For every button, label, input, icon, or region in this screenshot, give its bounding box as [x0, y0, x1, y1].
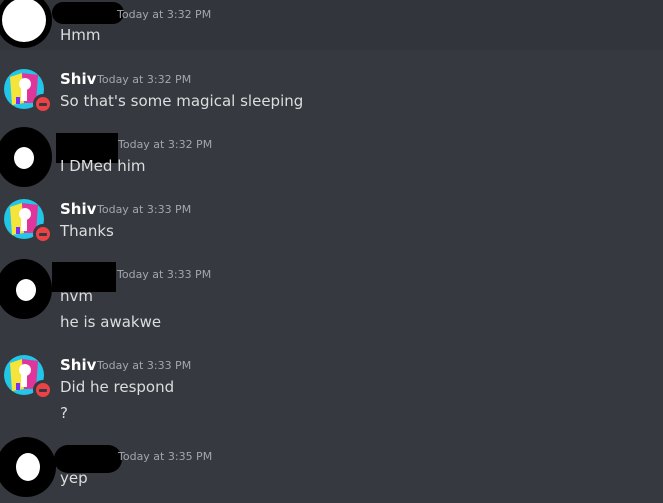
- message-group: Today at 3:32 PM I DMed him: [0, 127, 663, 187]
- dnd-status-icon: [33, 224, 53, 244]
- avatar[interactable]: [4, 355, 53, 400]
- avatar[interactable]: [0, 437, 56, 497]
- avatar[interactable]: [4, 69, 53, 114]
- message-text: I DMed him: [60, 157, 146, 175]
- avatar[interactable]: [0, 127, 52, 187]
- timestamp: Today at 3:32 PM: [117, 8, 212, 21]
- message-group: Shiv Today at 3:33 PM Thanks: [0, 192, 663, 252]
- avatar[interactable]: [0, 0, 52, 48]
- message-text: yep: [60, 469, 88, 487]
- message-text: Thanks: [60, 222, 114, 240]
- username[interactable]: Shiv: [60, 200, 96, 218]
- timestamp: Today at 3:33 PM: [97, 359, 192, 372]
- message-text: ?: [60, 404, 68, 422]
- timestamp: Today at 3:33 PM: [97, 203, 192, 216]
- message-group: Today at 3:35 PM yep: [0, 437, 663, 503]
- message-text: Hmm: [60, 26, 101, 44]
- timestamp: Today at 3:32 PM: [97, 73, 192, 86]
- timestamp: Today at 3:32 PM: [118, 138, 213, 151]
- message-group: Shiv Today at 3:32 PM So that's some mag…: [0, 62, 663, 122]
- dnd-status-icon: [33, 94, 53, 114]
- message-group: Today at 3:33 PM nvm he is awakwe: [0, 257, 663, 345]
- timestamp: Today at 3:33 PM: [117, 268, 212, 281]
- message-group: Shiv Today at 3:33 PM Did he respond ?: [0, 348, 663, 430]
- username[interactable]: Shiv: [60, 70, 96, 88]
- timestamp: Today at 3:35 PM: [118, 450, 213, 463]
- dnd-status-icon: [33, 380, 53, 400]
- message-text: Did he respond: [60, 378, 175, 396]
- avatar[interactable]: [4, 199, 53, 244]
- message-text: So that's some magical sleeping: [60, 92, 304, 110]
- message-text: nvm: [60, 287, 93, 305]
- message-group: Today at 3:32 PM Hmm: [0, 0, 663, 50]
- avatar[interactable]: [0, 259, 52, 319]
- message-text: he is awakwe: [60, 313, 162, 331]
- username[interactable]: Shiv: [60, 356, 96, 374]
- redacted-username: [52, 2, 124, 24]
